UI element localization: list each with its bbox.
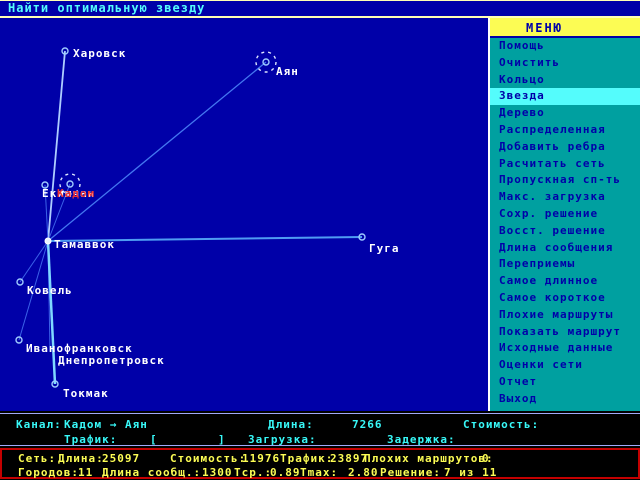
traffic-bracket-open[interactable]: [ [150, 433, 158, 446]
length-label: Длина: [268, 418, 314, 431]
app-screen: Найти оптимальную звезду ХаровскАянЕкимч… [0, 0, 640, 480]
net-label: Сеть: [18, 452, 56, 465]
t-max-label: Тmax: [300, 466, 338, 479]
net-length-value: 25097 [102, 452, 140, 465]
network-stats-panel: Сеть: Длина: 25097 Стоимость: 11976 Траф… [0, 448, 640, 479]
graph-edge [48, 51, 65, 241]
menu-header: МЕНЮ [490, 18, 640, 38]
net-cost-value: 11976 [242, 452, 280, 465]
node-label: Кадом [57, 187, 95, 200]
node-label: Харовск [73, 47, 126, 60]
cost-label: Стоимость: [463, 418, 539, 431]
node-label: Токмак [63, 387, 109, 400]
menu-item[interactable]: Плохие маршруты [490, 307, 640, 324]
menu-item[interactable]: Показать маршрут [490, 324, 640, 341]
t-avg-value: 0.89 [270, 466, 301, 479]
node-label: Аян [276, 65, 299, 78]
cities-value: 11 [78, 466, 93, 479]
bad-routes-value: 0 [482, 452, 490, 465]
menu-item[interactable]: Сохр. решение [490, 206, 640, 223]
menu-item[interactable]: Выход [490, 391, 640, 408]
network-graph-canvas[interactable]: ХаровскАянЕкимчанКадомКовельИванофранков… [0, 18, 490, 411]
menu-list: ПомощьОчиститьКольцоЗвездаДеревоРаспреде… [490, 38, 640, 408]
menu-item[interactable]: Переприемы [490, 256, 640, 273]
menu-item[interactable]: Кольцо [490, 72, 640, 89]
channel-label: Канал: [16, 418, 62, 431]
menu-item[interactable]: Самое длинное [490, 273, 640, 290]
bad-routes-label: Плохих маршрутов: [364, 452, 494, 465]
net-length-label: Длина: [58, 452, 104, 465]
graph-edge [48, 62, 266, 241]
menu-item[interactable]: Помощь [490, 38, 640, 55]
traffic-bracket-close[interactable]: ] [218, 433, 226, 446]
menu-item[interactable]: Исходные данные [490, 340, 640, 357]
net-traffic-value: 23897 [330, 452, 368, 465]
traffic-label: Трафик: [64, 433, 117, 446]
node-label: Гуга [369, 242, 400, 255]
menu-item[interactable]: Длина сообщения [490, 240, 640, 257]
menu-item[interactable]: Звезда [490, 88, 640, 105]
menu-item[interactable]: Добавить ребра [490, 139, 640, 156]
cities-label: Городов: [18, 466, 79, 479]
menu-item[interactable]: Восст. решение [490, 223, 640, 240]
page-title: Найти оптимальную звезду [0, 0, 640, 16]
t-avg-label: Тср.: [234, 466, 272, 479]
menu-item[interactable]: Очистить [490, 55, 640, 72]
node-label: Ковель [27, 284, 73, 297]
channel-value: Кадом → Аян [64, 418, 148, 431]
load-label: Загрузка: [248, 433, 317, 446]
menu-item[interactable]: Макс. загрузка [490, 189, 640, 206]
delay-label: Задержка: [387, 433, 456, 446]
channel-status-panel: Канал: Кадом → Аян Длина: 7266 Стоимость… [0, 413, 640, 446]
msg-length-value: 1300 [202, 466, 233, 479]
hub-node[interactable] [45, 238, 51, 244]
net-cost-label: Стоимость: [170, 452, 246, 465]
menu-item[interactable]: Пропускная сп-ть [490, 172, 640, 189]
solution-label: Решение: [380, 466, 441, 479]
hub-label: Тамаввок [54, 238, 115, 251]
menu-item[interactable]: Расчитать сеть [490, 156, 640, 173]
menu-item[interactable]: Дерево [490, 105, 640, 122]
menu-item[interactable]: Отчет [490, 374, 640, 391]
menu-item[interactable]: Распределенная [490, 122, 640, 139]
t-max-value: 2.80 [348, 466, 379, 479]
solution-value: 7 из 11 [444, 466, 497, 479]
length-value: 7266 [352, 418, 383, 431]
net-traffic-label: Трафик: [280, 452, 333, 465]
node-label: Днепропетровск [58, 354, 165, 367]
menu-item[interactable]: Самое короткое [490, 290, 640, 307]
msg-length-label: Длина сообщ.: [102, 466, 201, 479]
graph-edge [20, 241, 48, 282]
menu-item[interactable]: Оценки сети [490, 357, 640, 374]
menu-panel: МЕНЮ ПомощьОчиститьКольцоЗвездаДеревоРас… [488, 18, 640, 411]
